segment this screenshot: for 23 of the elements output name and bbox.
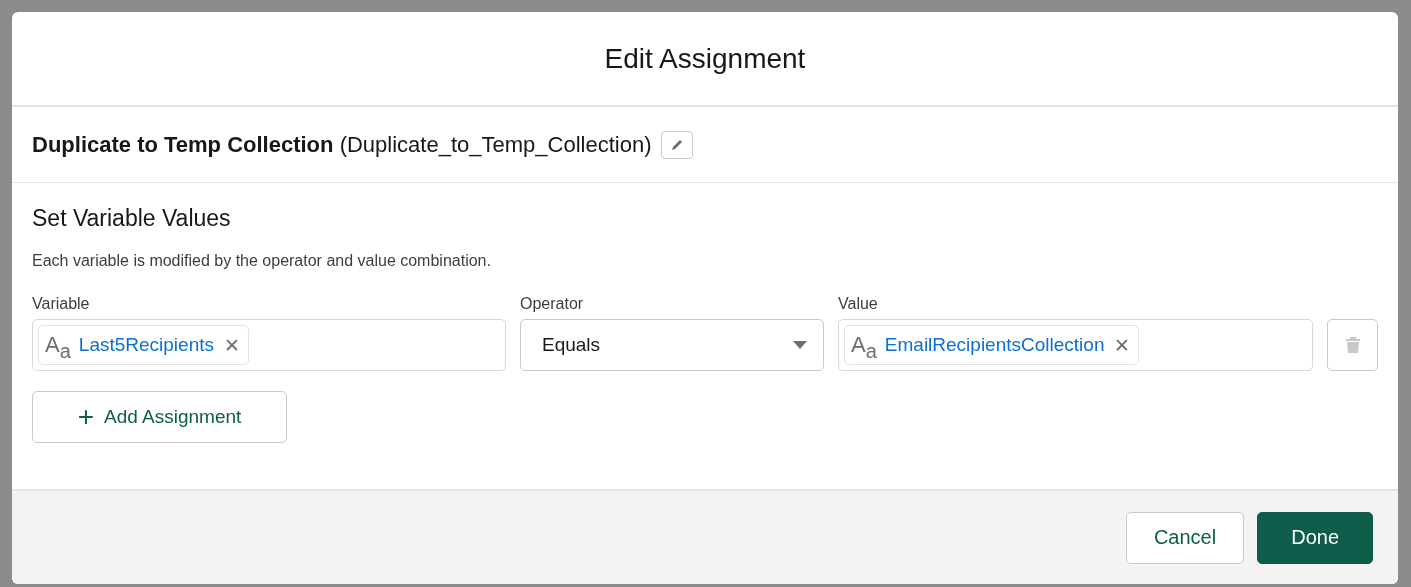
edit-button[interactable] xyxy=(661,130,694,159)
operator-select[interactable]: Equals xyxy=(520,319,824,371)
field-label: Variable xyxy=(32,295,91,313)
cancel-button[interactable]: Cancel xyxy=(1125,511,1245,564)
remove-button[interactable]: ✕ xyxy=(1112,333,1133,357)
dialog-title: Edit Assignment xyxy=(604,42,806,75)
element-name: Duplicate to Temp Collection (Duplicate_to_Temp_Collection) xyxy=(32,131,652,158)
resource-link[interactable]: Last5Recipients xyxy=(78,334,214,356)
field-label: Operator xyxy=(520,295,585,313)
value-field[interactable]: Aa EmailRecipientsCollection ✕ xyxy=(838,319,1313,371)
resource-link[interactable]: EmailRecipientsCollection xyxy=(884,334,1105,356)
variable-field[interactable]: Aa Last5Recipients ✕ xyxy=(32,319,506,371)
done-button[interactable]: Done xyxy=(1257,511,1373,564)
section-title: Set Variable Values xyxy=(32,205,232,232)
field-label: Value xyxy=(838,295,879,313)
text-type-icon: Aa xyxy=(851,334,877,356)
trash-icon xyxy=(1344,336,1361,354)
caret-icon xyxy=(793,341,807,349)
pencil-icon xyxy=(670,137,685,152)
section-description: Each variable is modified by the operator and value combination. xyxy=(32,252,492,270)
add-assignment-button[interactable]: + Add Assignment xyxy=(32,391,287,443)
text-type-icon: Aa xyxy=(45,334,71,356)
remove-button[interactable]: ✕ xyxy=(222,333,242,357)
